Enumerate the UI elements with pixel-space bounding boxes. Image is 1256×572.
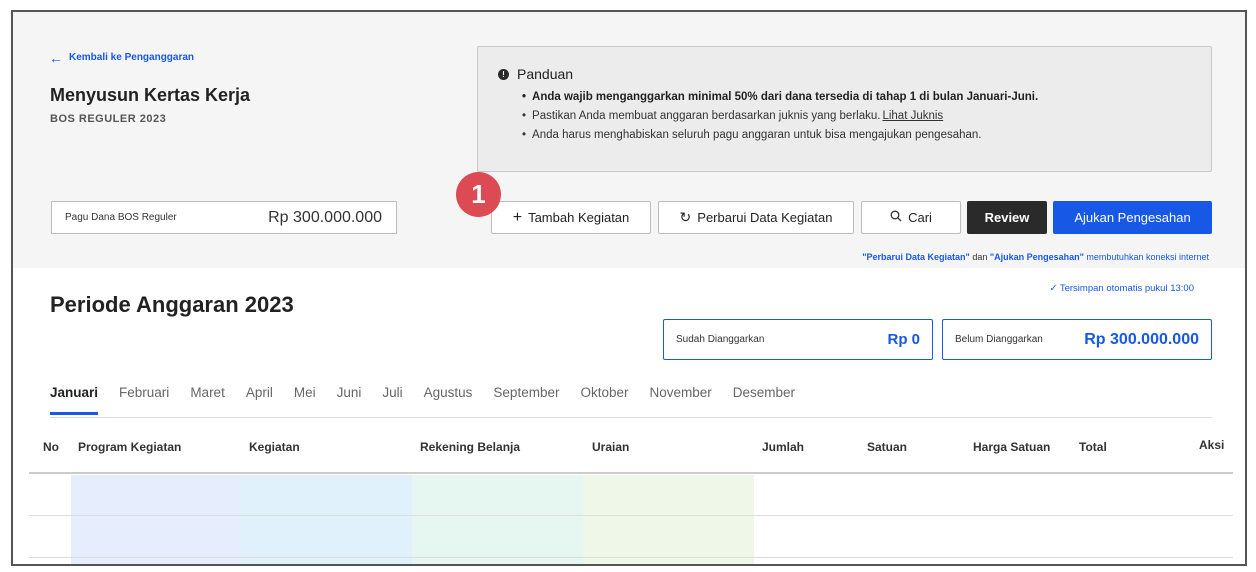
guide-item: Pastikan Anda membuat anggaran berdasark… (522, 107, 1211, 126)
tambah-kegiatan-button[interactable]: + Tambah Kegiatan (491, 201, 651, 234)
col-satuan: Satuan (867, 440, 908, 454)
back-link-label: Kembali ke Penganggaran (69, 52, 195, 63)
table-row (29, 515, 1233, 516)
col-rekening: Rekening Belanja (420, 440, 521, 454)
plus-icon: + (512, 208, 523, 226)
back-link[interactable]: ← Kembali ke Penganggaran (49, 49, 195, 66)
tab-juli[interactable]: Juli (382, 385, 402, 415)
periode-title: Periode Anggaran 2023 (50, 292, 294, 317)
belum-value: Rp 300.000.000 (1084, 330, 1199, 348)
belum-dianggarkan-box: Belum Dianggarkan Rp 300.000.000 (942, 319, 1212, 360)
tab-desember[interactable]: Desember (733, 385, 795, 415)
tab-divider (50, 417, 1212, 418)
guide-header: ! Panduan (498, 66, 1211, 82)
col-kegiatan: Kegiatan (249, 440, 300, 454)
col-total: Total (1079, 440, 1107, 454)
header-panel: ← Kembali ke Penganggaran Menyusun Kerta… (13, 12, 1245, 268)
info-icon: ! (498, 68, 509, 80)
tab-mei[interactable]: Mei (294, 385, 316, 415)
month-tabs: Januari Februari Maret April Mei Juni Ju… (50, 385, 816, 415)
col-no: No (43, 440, 59, 454)
tab-juni[interactable]: Juni (337, 385, 362, 415)
page-subtitle: BOS REGULER 2023 (50, 113, 167, 125)
pagu-value: Rp 300.000.000 (268, 208, 382, 226)
pagu-label: Pagu Dana BOS Reguler (65, 212, 177, 223)
tab-maret[interactable]: Maret (190, 385, 225, 415)
refresh-icon: ↻ (679, 209, 692, 225)
perbarui-data-button[interactable]: ↻ Perbarui Data Kegiatan (658, 201, 854, 234)
col-aksi: Aksi (1199, 438, 1225, 452)
pagu-dana-box: Pagu Dana BOS Reguler Rp 300.000.000 (51, 201, 397, 234)
search-icon (890, 210, 902, 225)
arrow-left-icon: ← (49, 49, 63, 66)
rekening-column-fill (412, 475, 583, 564)
col-harga-satuan: Harga Satuan (973, 440, 1051, 454)
tab-agustus[interactable]: Agustus (424, 385, 473, 415)
tab-september[interactable]: September (493, 385, 559, 415)
tab-november[interactable]: November (650, 385, 712, 415)
cari-button[interactable]: Cari (861, 201, 961, 234)
lihat-juknis-link[interactable]: Lihat Juknis (882, 107, 943, 126)
tab-februari[interactable]: Februari (119, 385, 169, 415)
tab-januari[interactable]: Januari (50, 385, 99, 415)
guide-item: Anda harus menghabiskan seluruh pagu ang… (522, 126, 1211, 145)
kegiatan-column-fill (241, 475, 412, 564)
review-button[interactable]: Review (967, 201, 1047, 234)
uraian-column-fill (583, 475, 754, 564)
ajukan-pengesahan-button[interactable]: Ajukan Pengesahan (1053, 201, 1212, 234)
guide-panel: ! Panduan Anda wajib menganggarkan minim… (477, 46, 1212, 172)
guide-title: Panduan (517, 66, 574, 82)
program-column-fill (71, 475, 241, 564)
sudah-dianggarkan-box: Sudah Dianggarkan Rp 0 (663, 319, 933, 360)
guide-item: Anda wajib menganggarkan minimal 50% dar… (522, 88, 1211, 107)
tab-oktober[interactable]: Oktober (580, 385, 628, 415)
table-row (29, 557, 1233, 558)
saved-status: ✓ Tersimpan otomatis pukul 13:00 (1049, 283, 1194, 294)
sudah-value: Rp 0 (887, 331, 920, 348)
table-header: No Program Kegiatan Kegiatan Rekening Be… (29, 432, 1233, 474)
col-program: Program Kegiatan (78, 440, 182, 454)
guide-list: Anda wajib menganggarkan minimal 50% dar… (522, 88, 1211, 145)
col-uraian: Uraian (592, 440, 630, 454)
step-badge: 1 (456, 172, 501, 217)
app-frame: ← Kembali ke Penganggaran Menyusun Kerta… (11, 10, 1247, 566)
col-jumlah: Jumlah (762, 440, 805, 454)
tab-april[interactable]: April (246, 385, 273, 415)
internet-note: "Perbarui Data Kegiatan" dan "Ajukan Pen… (862, 252, 1209, 262)
page-title: Menyusun Kertas Kerja (50, 85, 251, 105)
